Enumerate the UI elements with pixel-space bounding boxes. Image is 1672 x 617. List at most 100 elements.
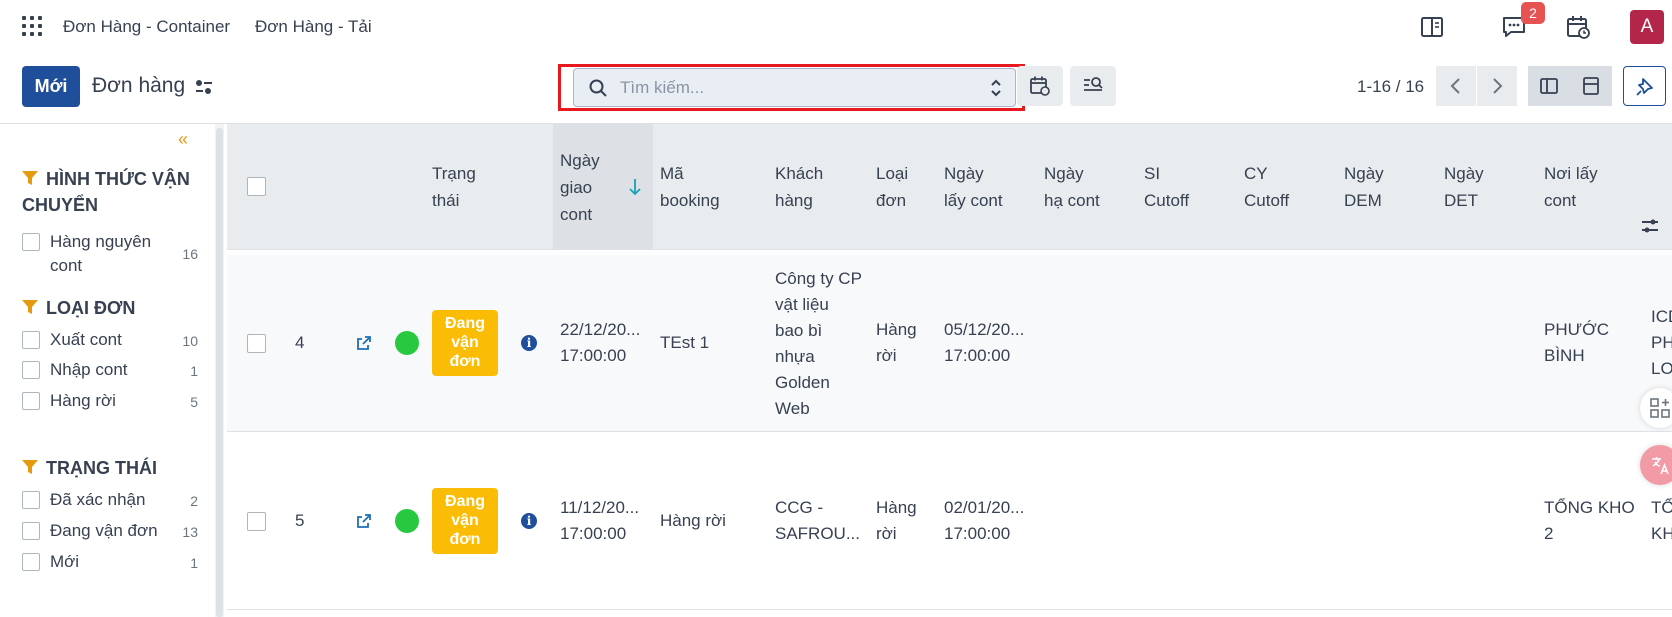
table-row[interactable]: 5 Đang vận đơn i 11/12/20... 17:00:00 Hàng … xyxy=(227,433,1672,610)
item-count: 2 xyxy=(190,493,198,509)
info-icon[interactable]: i xyxy=(521,335,537,351)
calendar-filter-icon xyxy=(1030,76,1050,96)
header-customer[interactable]: Khách hàng xyxy=(775,124,865,250)
header-status[interactable]: Trạng thái xyxy=(432,124,542,250)
row-sequence: 5 xyxy=(295,511,305,530)
chevron-left-icon xyxy=(1450,78,1460,94)
booking-cell: Hàng rời xyxy=(660,511,726,530)
external-link-icon[interactable] xyxy=(356,513,372,529)
item-count: 1 xyxy=(190,363,198,379)
sidebar-item-new[interactable]: Mới 1 xyxy=(22,550,198,574)
funnel-icon xyxy=(22,171,38,185)
kanban-view-icon xyxy=(1583,77,1599,95)
search-bar[interactable] xyxy=(573,68,1016,107)
item-count: 16 xyxy=(182,246,198,262)
new-button[interactable]: Mới xyxy=(22,66,80,107)
checkbox[interactable] xyxy=(22,361,40,379)
pickup-location-cell: PHƯỚC BÌNH xyxy=(1544,320,1609,365)
checkbox[interactable] xyxy=(22,553,40,571)
apps-grid-icon[interactable] xyxy=(22,16,42,36)
sidebar-item-import[interactable]: Nhập cont 1 xyxy=(22,358,198,382)
table-row[interactable]: 4 Đang vận đơn i 22/12/20... 17:00:00 TEst … xyxy=(227,255,1672,432)
header-dem-date[interactable]: Ngày DEM xyxy=(1344,124,1444,250)
page-title: Đơn hàng xyxy=(92,74,186,97)
search-panel-button[interactable] xyxy=(1070,66,1116,106)
checkbox[interactable] xyxy=(22,491,40,509)
checkbox[interactable] xyxy=(22,392,40,410)
top-navbar: Đơn Hàng - Container Đơn Hàng - Tải 2 A xyxy=(0,0,1672,54)
translate-icon xyxy=(1652,457,1669,475)
next-column-cell: TỔNKHO xyxy=(1651,498,1672,543)
order-type-cell: Hàng rời xyxy=(876,320,917,365)
double-chevron-left-icon[interactable]: « xyxy=(178,129,188,150)
pager-previous-button[interactable] xyxy=(1436,66,1476,106)
user-avatar[interactable]: A xyxy=(1630,10,1664,44)
item-count: 13 xyxy=(182,524,198,540)
order-type-cell: Hàng rời xyxy=(876,498,917,543)
funnel-icon xyxy=(22,300,38,314)
sort-down-icon[interactable] xyxy=(627,177,643,197)
header-pickup-location[interactable]: Nơi lấy cont xyxy=(1544,124,1644,250)
checkbox[interactable] xyxy=(22,331,40,349)
delivery-date-cell: 22/12/20... 17:00:00 xyxy=(560,320,641,365)
info-icon[interactable]: i xyxy=(521,513,537,529)
row-checkbox[interactable] xyxy=(247,512,266,531)
kanban-view-button[interactable] xyxy=(1570,66,1612,106)
item-count: 5 xyxy=(190,394,198,410)
header-det-date[interactable]: Ngày DET xyxy=(1444,124,1544,250)
customer-cell: CCG - SAFROU... xyxy=(775,498,861,543)
filter-sidebar: « HÌNH THỨC VẬN CHUYỂN Hàng nguyên cont 16… xyxy=(0,124,213,617)
status-badge: Đang vận đơn xyxy=(432,310,498,376)
status-badge: Đang vận đơn xyxy=(432,488,498,554)
funnel-icon xyxy=(22,460,38,474)
next-column-cell: ICDPHƯLON xyxy=(1651,307,1672,378)
sidebar-item-confirmed[interactable]: Đã xác nhận 2 xyxy=(22,488,198,512)
select-all-checkbox[interactable] xyxy=(247,177,266,196)
table-header: Trạng thái Ngày giao cont Mã booking Khách hà… xyxy=(227,124,1672,250)
list-view-button[interactable] xyxy=(1528,66,1570,106)
split-view-icon[interactable] xyxy=(1419,14,1445,40)
calendar-filter-button[interactable] xyxy=(1017,66,1063,106)
sidebar-item-in-transit[interactable]: Đang vận đơn 13 xyxy=(22,519,198,543)
sidebar-group-title: HÌNH THỨC VẬN CHUYỂN xyxy=(22,169,190,215)
orders-table: Trạng thái Ngày giao cont Mã booking Khách hà… xyxy=(227,124,1672,617)
header-cy-cutoff[interactable]: CY Cutoff xyxy=(1244,124,1344,250)
header-pickup-date[interactable]: Ngày lấy cont xyxy=(944,124,1044,250)
pager-value[interactable]: 1-16 / 16 xyxy=(1357,77,1424,97)
sidebar-item-full-container[interactable]: Hàng nguyên cont 16 xyxy=(22,230,198,280)
column-settings-icon[interactable] xyxy=(1640,216,1660,236)
messages-badge: 2 xyxy=(1521,2,1545,24)
status-dot xyxy=(395,509,419,533)
sidebar-item-bulk[interactable]: Hàng rời 5 xyxy=(22,389,198,413)
pin-button[interactable] xyxy=(1623,66,1666,106)
external-link-icon[interactable] xyxy=(356,335,372,351)
header-booking[interactable]: Mã booking xyxy=(660,124,760,250)
search-input[interactable] xyxy=(620,69,970,106)
booking-cell: TEst 1 xyxy=(660,333,710,352)
checkbox[interactable] xyxy=(22,233,40,251)
header-drop-date[interactable]: Ngày hạ cont xyxy=(1044,124,1144,250)
calendar-clock-icon[interactable] xyxy=(1565,14,1591,40)
pickup-location-cell: TỔNG KHO 2 xyxy=(1544,498,1635,543)
item-count: 10 xyxy=(182,333,198,349)
search-icon xyxy=(589,79,607,97)
sidebar-item-export[interactable]: Xuất cont 10 xyxy=(22,328,198,352)
floating-apps-button[interactable] xyxy=(1640,388,1672,428)
pager-next-button[interactable] xyxy=(1477,66,1517,106)
row-checkbox[interactable] xyxy=(247,334,266,353)
nav-item-truck-orders[interactable]: Đơn Hàng - Tải xyxy=(255,17,372,37)
updown-toggle-icon[interactable] xyxy=(989,78,1003,98)
customer-cell: Công ty CP vật liệu bao bì nhựa Golden Web xyxy=(775,269,862,418)
chevron-right-icon xyxy=(1493,78,1503,94)
pickup-date-cell: 05/12/20... 17:00:00 xyxy=(944,320,1025,365)
filter-settings-icon[interactable] xyxy=(194,78,214,98)
header-si-cutoff[interactable]: SI Cutoff xyxy=(1144,124,1244,250)
grid-plus-icon xyxy=(1650,398,1670,418)
checkbox[interactable] xyxy=(22,522,40,540)
header-order-type[interactable]: Loại đơn xyxy=(876,124,936,250)
nav-item-container-orders[interactable]: Đơn Hàng - Container xyxy=(63,17,230,37)
floating-translate-button[interactable] xyxy=(1640,445,1672,485)
item-count: 1 xyxy=(190,555,198,571)
sidebar-scrollbar-thumb[interactable] xyxy=(216,128,223,617)
status-dot xyxy=(395,331,419,355)
